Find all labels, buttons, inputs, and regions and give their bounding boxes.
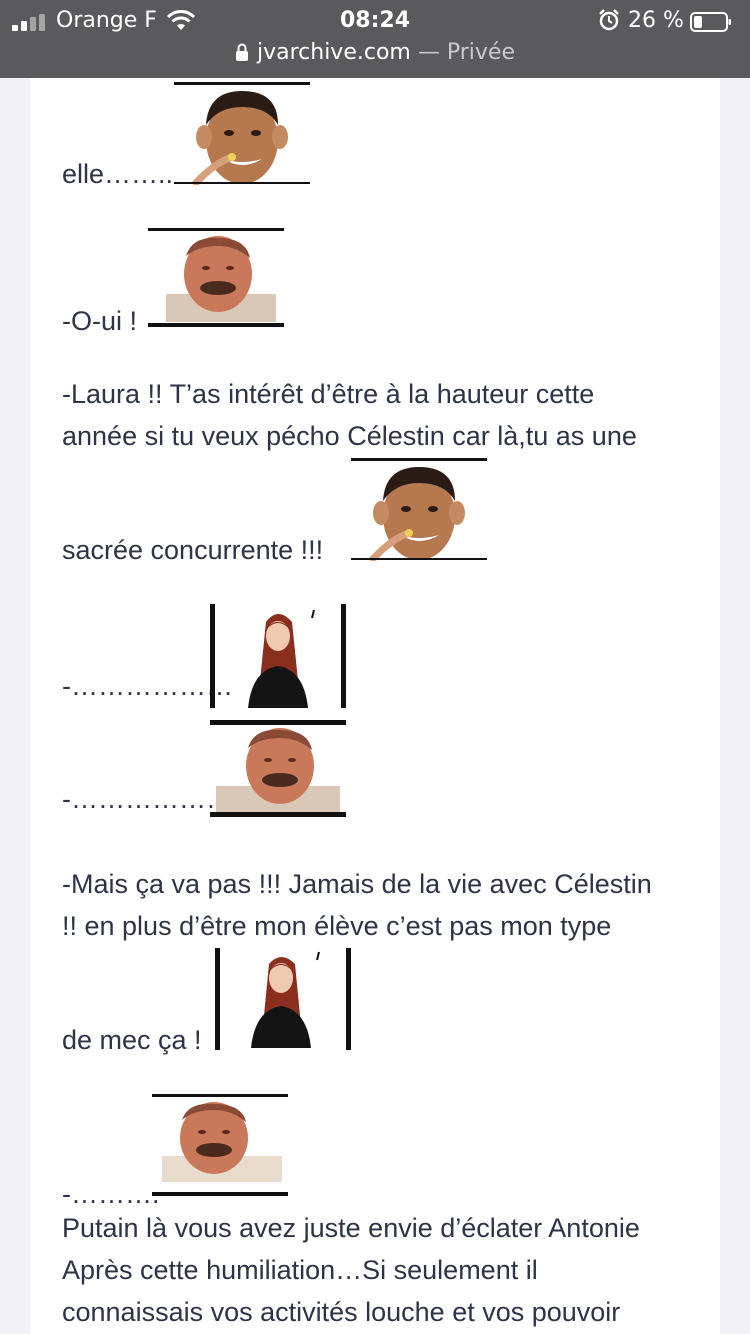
post-line: connaissais vos activités louche et vos … [62,1297,621,1327]
battery-icon [690,12,731,32]
url-bar[interactable]: jvarchive.com — Privée [0,40,750,65]
url-domain: jvarchive.com [256,40,411,65]
post-line: -Laura !! T’as intérêt d’être à la haute… [62,379,595,409]
post-line: Putain là vous avez juste envie d’éclate… [62,1213,640,1243]
post-line: !! en plus d’être mon élève c’est pas mo… [62,911,612,941]
post-line: Après cette humiliation…Si seulement il [62,1255,538,1285]
battery-percent: 26 % [628,8,684,33]
risitas-sticker [148,228,284,330]
risitas-sticker [210,726,346,820]
ronaldo-sticker [174,82,310,185]
post-line: sacrée concurrente !!! [62,535,324,565]
post-line: -……………… [62,671,233,701]
alarm-icon [599,9,619,31]
risitas-sticker [152,1094,288,1198]
post-line: -O-ui ! [62,306,138,336]
redhead-girl-sticker [210,604,346,726]
url-separator: — [410,40,447,65]
post-line: de mec ça ! [62,1025,202,1055]
post-line: elle…….. [62,159,174,189]
redhead-girl-sticker [215,948,351,1052]
private-mode-label: Privée [446,40,515,65]
post-line: -Mais ça va pas !!! Jamais de la vie ave… [62,869,652,899]
post-line: -……………… [62,784,233,814]
ronaldo-sticker [351,458,487,561]
browser-status-bar: Orange F 08:24 26 % jvarchive.com — Priv… [0,0,750,78]
lock-icon [235,43,248,61]
post-line: année si tu veux pécho Célestin car là,t… [62,421,637,451]
post-card: elle…….. -O-ui ! -Laura !! T’as intérêt … [30,78,720,1334]
